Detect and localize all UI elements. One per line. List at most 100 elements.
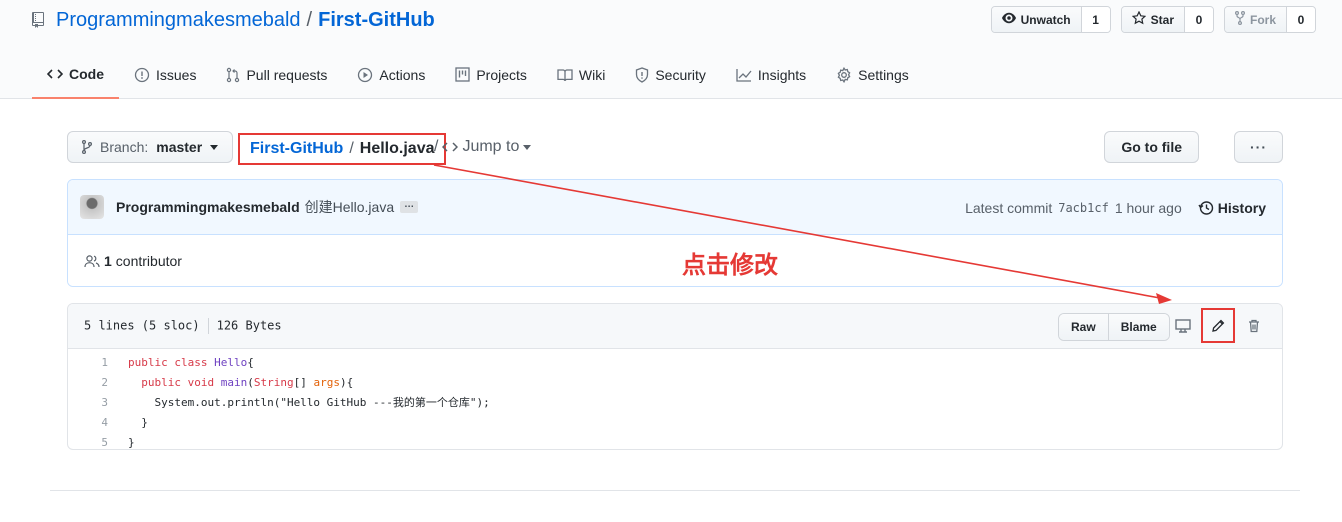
commit-author[interactable]: Programmingmakesmebald — [116, 199, 300, 215]
commit-message[interactable]: 创建Hello.java — [305, 197, 394, 217]
star-count[interactable]: 0 — [1183, 7, 1213, 32]
latest-commit-bar: Programmingmakesmebald 创建Hello.java … La… — [68, 180, 1282, 235]
unwatch-button[interactable]: Unwatch — [991, 7, 1081, 32]
unwatch-group: Unwatch 1 — [990, 6, 1111, 33]
tab-label: Wiki — [578, 66, 606, 83]
tab-wiki[interactable]: Wiki — [542, 50, 620, 99]
breadcrumb-file: Hello.java — [359, 140, 435, 157]
file-info: 5 lines (5 sloc) 126 Bytes — [84, 318, 282, 334]
pencil-icon[interactable] — [1207, 315, 1229, 337]
code-icon — [47, 68, 63, 79]
line-number[interactable]: 2 — [68, 373, 108, 393]
star-group: Star 0 — [1120, 6, 1214, 33]
commit-expand-button[interactable]: … — [400, 200, 419, 213]
commit-box: Programmingmakesmebald 创建Hello.java … La… — [67, 179, 1283, 287]
play-icon — [358, 67, 373, 82]
code-line: 1 public class Hello{ — [68, 353, 1282, 373]
line-content: public class Hello{ — [128, 356, 254, 369]
latest-commit-label: Latest commit — [965, 199, 1053, 216]
history-icon — [1198, 200, 1213, 215]
tab-actions[interactable]: Actions — [342, 50, 440, 99]
fork-icon — [1234, 11, 1245, 28]
eye-icon — [1001, 12, 1016, 27]
file-info-divider — [207, 318, 209, 334]
tab-label: Settings — [858, 66, 909, 83]
tab-label: Issues — [156, 66, 197, 83]
line-content: public void main(String[] args){ — [141, 376, 354, 389]
contributors-label: contributor — [115, 253, 182, 269]
line-content: System.out.println("Hello GitHub ---我的第一… — [128, 396, 490, 409]
repo-title: Programmingmakesmebald / First-GitHub — [32, 8, 435, 32]
tab-pull-requests[interactable]: Pull requests — [211, 50, 342, 99]
code-line: 5} — [68, 433, 1282, 449]
tab-label: Projects — [476, 66, 527, 83]
trash-icon[interactable] — [1243, 315, 1265, 337]
people-icon — [84, 255, 100, 268]
line-content: } — [128, 416, 148, 429]
fork-button[interactable]: Fork — [1224, 7, 1286, 32]
more-options-button[interactable]: ··· — [1234, 131, 1283, 163]
fork-count[interactable]: 0 — [1286, 7, 1315, 32]
tab-label: Insights — [757, 66, 807, 83]
file-lines-info: 5 lines (5 sloc) — [84, 318, 200, 333]
graph-icon — [736, 68, 752, 82]
caret-down-icon — [210, 144, 219, 150]
breadcrumb-trailing-separator: / — [434, 138, 439, 155]
breadcrumb-separator: / — [349, 140, 354, 157]
code-line: 4 } — [68, 413, 1282, 433]
line-number[interactable]: 3 — [68, 393, 108, 413]
tab-issues[interactable]: Issues — [119, 50, 211, 99]
fork-group: Fork 0 — [1223, 6, 1316, 33]
branch-select[interactable]: Branch: master — [67, 131, 234, 163]
repo-owner-link[interactable]: Programmingmakesmebald — [56, 9, 301, 32]
annotation-text: 点击修改 — [682, 251, 778, 279]
avatar[interactable] — [80, 195, 104, 219]
jump-to-menu[interactable]: / Jump to — [434, 131, 532, 163]
repo-separator: / — [306, 8, 313, 31]
star-label: Star — [1150, 12, 1174, 27]
star-button[interactable]: Star — [1121, 7, 1184, 32]
file-size: 126 Bytes — [216, 318, 282, 333]
contributors-count: 1 — [104, 253, 112, 269]
tab-security[interactable]: Security — [620, 50, 721, 99]
commit-time: 1 hour ago — [1114, 199, 1182, 216]
gear-icon — [837, 66, 851, 83]
raw-button[interactable]: Raw — [1059, 314, 1108, 340]
line-content: } — [128, 436, 135, 449]
file-navigation: Branch: master First-GitHub / Hello.java… — [67, 131, 1283, 165]
line-number[interactable]: 1 — [68, 353, 108, 373]
code-icon — [442, 142, 459, 152]
code-line: 2 public void main(String[] args){ — [68, 373, 1282, 393]
issue-icon — [134, 67, 150, 82]
history-link[interactable]: History — [1198, 200, 1266, 216]
blame-button[interactable]: Blame — [1107, 314, 1169, 340]
tab-code[interactable]: Code — [32, 50, 119, 99]
contributors-bar[interactable]: 1 contributor — [68, 235, 1282, 286]
commit-sha[interactable]: 7acb1cf — [1058, 201, 1109, 215]
repo-name-link[interactable]: First-GitHub — [318, 9, 435, 32]
caret-down-icon — [523, 144, 532, 150]
line-number[interactable]: 5 — [68, 433, 108, 449]
file-box: 5 lines (5 sloc) 126 Bytes Raw Blame 1 pub… — [67, 303, 1283, 450]
desktop-icon[interactable] — [1172, 315, 1194, 337]
fork-label: Fork — [1249, 12, 1276, 27]
line-number[interactable]: 4 — [68, 413, 108, 433]
shield-icon — [636, 66, 649, 83]
repo-header: Programmingmakesmebald / First-GitHub Un… — [0, 0, 1342, 99]
tab-settings[interactable]: Settings — [821, 50, 924, 99]
breadcrumb: First-GitHub / Hello.java — [238, 133, 447, 165]
project-icon — [455, 67, 470, 82]
footer-divider — [50, 490, 1300, 491]
unwatch-count[interactable]: 1 — [1080, 7, 1110, 32]
tab-insights[interactable]: Insights — [721, 50, 821, 99]
repo-icon — [32, 11, 48, 29]
tab-projects[interactable]: Projects — [440, 50, 542, 99]
commit-meta: Latest commit 7acb1cf 1 hour ago History — [965, 180, 1266, 235]
breadcrumb-repo-link[interactable]: First-GitHub — [250, 140, 343, 158]
book-icon — [557, 68, 573, 81]
history-label: History — [1217, 199, 1266, 216]
code-view: 1 public class Hello{ 2 public void main(S… — [68, 349, 1282, 449]
code-line: 3 System.out.println("Hello GitHub ---我的… — [68, 393, 1282, 413]
go-to-file-button[interactable]: Go to file — [1104, 131, 1199, 163]
tab-label: Security — [655, 66, 706, 83]
